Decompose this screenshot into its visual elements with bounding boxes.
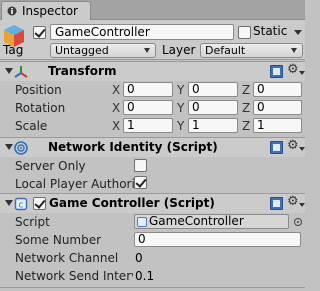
local-player-authority-label: Local Player Authorit — [15, 177, 135, 191]
network-channel-value: 0 — [135, 251, 143, 265]
server-only-checkbox[interactable] — [134, 159, 147, 172]
game-controller-title: Game Controller (Script) — [49, 196, 215, 210]
tab-inspector[interactable]: Inspector — [1, 1, 91, 20]
rotation-x-field[interactable]: 0 — [123, 100, 173, 115]
some-number-label: Some Number — [15, 233, 102, 247]
tag-label: Tag — [3, 43, 24, 57]
transform-header[interactable]: Transform ⚙ — [0, 61, 305, 81]
transform-title: Transform — [48, 64, 117, 78]
game-controller-enabled-checkbox[interactable] — [33, 197, 46, 210]
gameobject-name-input[interactable]: GameController — [50, 24, 234, 40]
scale-y-field[interactable]: 1 — [188, 118, 238, 133]
script-label: Script — [15, 215, 50, 229]
scale-row: Scale X 1 Y 1 Z 1 — [0, 117, 305, 135]
axis-y-label: Y — [177, 83, 185, 97]
help-book-icon[interactable] — [270, 65, 283, 78]
layer-label: Layer — [162, 43, 196, 57]
gear-dropdown-icon — [299, 203, 305, 207]
axis-z-label: Z — [242, 119, 251, 133]
script-row: Script GameController — [0, 213, 305, 231]
tab-strip: Inspector — [0, 0, 305, 20]
object-picker-icon[interactable] — [294, 218, 302, 226]
tag-dropdown[interactable]: Untagged — [50, 43, 156, 58]
gear-dropdown-icon — [299, 147, 305, 151]
axis-y-label: Y — [177, 101, 185, 115]
position-z-field[interactable]: 0 — [253, 82, 302, 97]
network-send-interval-value: 0.1 — [135, 269, 155, 283]
position-y-field[interactable]: 0 — [188, 82, 238, 97]
network-identity-icon — [14, 141, 28, 155]
static-checkbox[interactable] — [238, 26, 251, 39]
script-icon: c — [14, 197, 28, 211]
network-channel-label: Network Channel — [15, 251, 119, 265]
server-only-row: Server Only — [0, 157, 305, 175]
network-send-interval-label: Network Send Interv — [15, 269, 133, 283]
local-player-authority-row: Local Player Authorit — [0, 175, 305, 193]
gear-dropdown-icon — [299, 71, 305, 75]
static-dropdown-arrow-icon[interactable] — [294, 30, 302, 35]
axis-z-label: Z — [242, 101, 251, 115]
axis-y-label: Y — [177, 119, 185, 133]
static-label: Static — [253, 24, 288, 38]
layer-value: Default — [205, 44, 246, 57]
position-label: Position — [15, 83, 62, 97]
rotation-y-field[interactable]: 0 — [188, 100, 238, 115]
rotation-z-field[interactable]: 0 — [253, 100, 302, 115]
axis-x-label: X — [112, 101, 121, 115]
rotation-row: Rotation X 0 Y 0 Z 0 — [0, 99, 305, 117]
position-x-field[interactable]: 0 — [123, 82, 173, 97]
network-send-interval-row: Network Send Interv 0.1 — [0, 267, 305, 285]
scale-x-field[interactable]: 1 — [123, 118, 173, 133]
foldout-arrow-icon[interactable] — [5, 144, 13, 150]
gameobject-header: GameController Static Tag Untagged Layer… — [0, 20, 305, 60]
chevron-down-icon — [144, 48, 150, 53]
active-toggle[interactable] — [33, 26, 46, 39]
help-book-icon[interactable] — [270, 141, 283, 154]
layer-dropdown[interactable]: Default — [200, 43, 303, 58]
some-number-field[interactable]: 0 — [134, 232, 301, 247]
game-controller-header[interactable]: c Game Controller (Script) ⚙ — [0, 193, 305, 213]
tab-label: Inspector — [22, 4, 78, 18]
local-player-authority-checkbox[interactable] — [134, 176, 147, 189]
chevron-down-icon — [291, 48, 297, 53]
network-channel-row: Network Channel 0 — [0, 249, 305, 267]
axis-x-label: X — [112, 119, 121, 133]
scale-z-field[interactable]: 1 — [253, 118, 302, 133]
server-only-label: Server Only — [15, 159, 86, 173]
inspector-bottom-divider — [0, 287, 305, 291]
script-file-icon — [137, 217, 147, 227]
axis-x-label: X — [112, 83, 121, 97]
script-object-field[interactable]: GameController — [134, 214, 289, 229]
foldout-arrow-icon[interactable] — [5, 200, 13, 206]
gear-icon[interactable]: ⚙ — [287, 195, 299, 209]
svg-text:c: c — [19, 201, 24, 211]
script-value: GameController — [149, 214, 244, 228]
tag-value: Untagged — [55, 44, 109, 57]
gear-icon[interactable]: ⚙ — [287, 139, 299, 153]
help-book-icon[interactable] — [270, 197, 283, 210]
transform-axes-icon — [14, 66, 28, 78]
gear-icon[interactable]: ⚙ — [287, 63, 299, 77]
position-row: Position X 0 Y 0 Z 0 — [0, 81, 305, 99]
network-identity-header[interactable]: Network Identity (Script) ⚙ — [0, 137, 305, 157]
info-icon — [7, 6, 17, 16]
scale-label: Scale — [15, 119, 48, 133]
network-identity-title: Network Identity (Script) — [48, 140, 218, 154]
rotation-label: Rotation — [15, 101, 66, 115]
axis-z-label: Z — [242, 83, 251, 97]
foldout-arrow-icon[interactable] — [5, 68, 13, 74]
some-number-row: Some Number 0 — [0, 231, 305, 249]
